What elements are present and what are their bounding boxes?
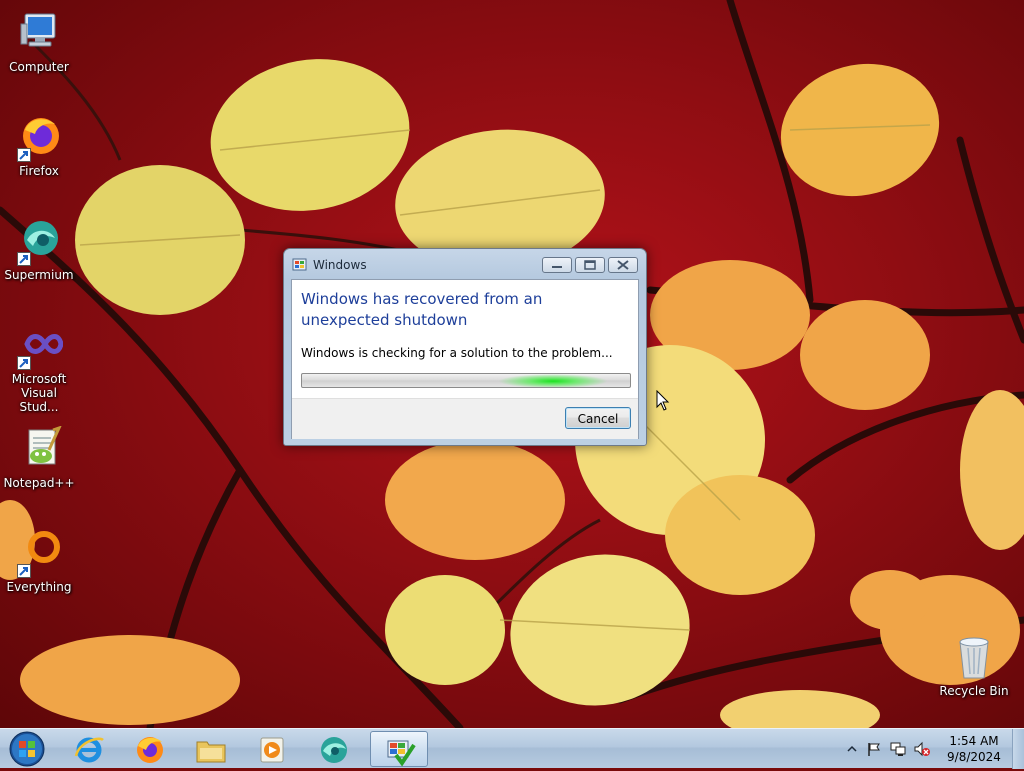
dialog-title: Windows <box>313 258 367 272</box>
show-hidden-icons-icon[interactable] <box>844 741 860 757</box>
taskbar: 1:54 AM 9/8/2024 <box>0 728 1024 769</box>
taskbar-internet-explorer[interactable] <box>60 731 118 767</box>
file-explorer-icon <box>196 741 226 763</box>
close-button[interactable] <box>608 257 638 273</box>
supermium-icon <box>15 218 63 266</box>
media-player-icon <box>260 737 284 763</box>
firefox-icon <box>137 737 163 763</box>
taskbar-clock[interactable]: 1:54 AM 9/8/2024 <box>935 733 1013 765</box>
dialog-message: Windows is checking for a solution to th… <box>301 346 613 360</box>
taskbar-problem-reporting[interactable] <box>370 731 428 767</box>
desktop-icon-firefox[interactable]: Firefox <box>1 114 77 178</box>
shortcut-arrow-icon <box>17 252 31 266</box>
desktop-icon-label: Firefox <box>19 164 59 178</box>
desktop-icon-label: Notepad++ <box>3 476 75 490</box>
firefox-icon <box>15 114 63 162</box>
dialog-titlebar[interactable]: Windows <box>284 249 646 279</box>
show-desktop-button[interactable] <box>1012 729 1024 769</box>
windows-app-icon <box>292 257 308 273</box>
progress-marquee <box>498 374 608 387</box>
internet-explorer-icon <box>74 737 104 763</box>
visual-studio-icon <box>15 322 63 370</box>
everything-icon <box>15 530 63 578</box>
shortcut-arrow-icon <box>17 564 31 578</box>
shortcut-arrow-icon <box>17 356 31 370</box>
action-center-flag-icon[interactable] <box>866 741 882 757</box>
problem-reporting-icon <box>387 740 416 767</box>
start-orb-icon <box>9 731 45 767</box>
desktop-icon-recycle-bin[interactable]: Recycle Bin <box>936 634 1012 698</box>
notepad-plus-plus-icon <box>15 426 63 474</box>
clock-time: 1:54 AM <box>949 734 999 748</box>
taskbar-supermium[interactable] <box>305 731 363 767</box>
taskbar-firefox[interactable] <box>121 731 179 767</box>
volume-muted-icon[interactable] <box>914 741 930 757</box>
desktop-icon-label: Supermium <box>4 268 74 282</box>
supermium-icon <box>321 737 347 763</box>
cancel-button[interactable]: Cancel <box>565 407 631 429</box>
desktop-icon-label: Computer <box>9 60 69 74</box>
desktop-icon-label: Recycle Bin <box>939 684 1009 698</box>
desktop-icon-label: Microsoft <box>11 372 67 386</box>
minimize-button[interactable] <box>542 257 572 273</box>
start-button[interactable] <box>4 730 50 768</box>
progress-bar <box>301 373 631 388</box>
shortcut-arrow-icon <box>17 148 31 162</box>
computer-icon <box>15 10 63 58</box>
desktop-icon-visual-studio[interactable]: Microsoft Visual Stud... <box>1 322 77 414</box>
dialog-content: Windows has recovered from an unexpected… <box>291 279 639 439</box>
desktop-icon-label: Everything <box>6 580 72 594</box>
taskbar-file-explorer[interactable] <box>182 731 240 767</box>
desktop-icon-everything[interactable]: Everything <box>1 530 77 594</box>
desktop-icon-notepad-plus-plus[interactable]: Notepad++ <box>1 426 77 490</box>
maximize-button[interactable] <box>575 257 605 273</box>
recovery-dialog-window: Windows Windows has recovered from an un… <box>283 248 647 446</box>
desktop-icon-computer[interactable]: Computer <box>1 10 77 74</box>
desktop-icon-label: Visual Stud... <box>19 386 59 414</box>
dialog-footer: Cancel <box>292 398 638 439</box>
network-icon[interactable] <box>890 741 906 757</box>
clock-date: 9/8/2024 <box>947 750 1001 764</box>
taskbar-media-player[interactable] <box>243 731 301 767</box>
recycle-bin-icon <box>950 634 998 682</box>
dialog-heading: Windows has recovered from an unexpected… <box>301 290 543 329</box>
mouse-cursor-icon <box>656 389 670 412</box>
desktop-icon-supermium[interactable]: Supermium <box>1 218 77 282</box>
